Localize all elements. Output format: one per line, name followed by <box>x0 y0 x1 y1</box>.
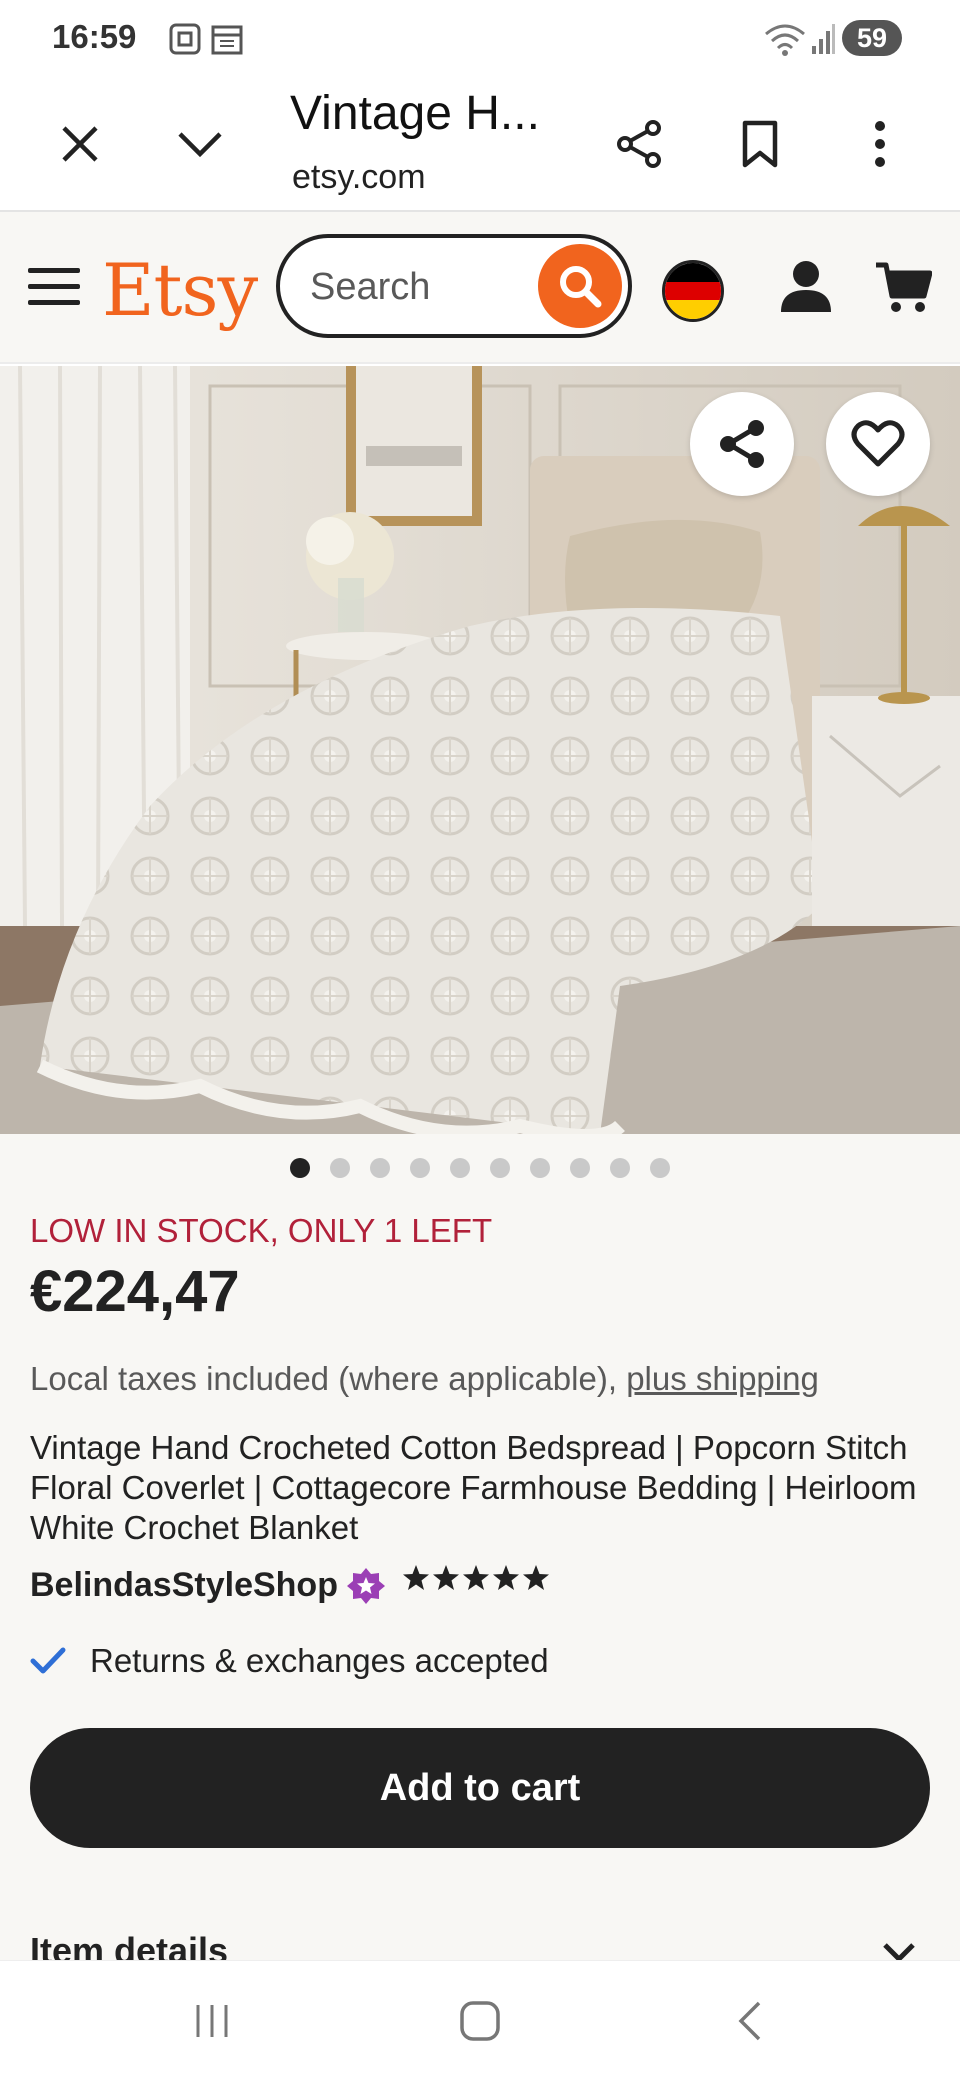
image-dot[interactable] <box>570 1158 590 1178</box>
chevron-down-icon <box>178 132 222 158</box>
add-to-cart-button[interactable]: Add to cart <box>30 1728 930 1848</box>
home-button[interactable] <box>420 1961 540 2080</box>
account-icon[interactable] <box>778 258 834 314</box>
bookmark-button[interactable] <box>720 104 800 184</box>
home-icon <box>460 2001 500 2041</box>
recent-apps-button[interactable] <box>152 1961 272 2080</box>
image-dot[interactable] <box>290 1158 310 1178</box>
etsy-logo[interactable]: Etsy <box>102 248 258 332</box>
returns-info: Returns & exchanges accepted <box>30 1642 549 1680</box>
image-dot[interactable] <box>370 1158 390 1178</box>
close-icon <box>62 126 98 162</box>
star-rating-icons <box>403 1565 549 1590</box>
status-bar: 16:59 59 <box>0 0 960 78</box>
taxes-note: Local taxes included (where applicable),… <box>30 1360 819 1398</box>
check-icon <box>30 1647 66 1674</box>
tab-url[interactable]: etsy.com <box>292 158 426 197</box>
tab-title: Vintage H... <box>290 87 540 140</box>
wifi-icon <box>765 24 805 56</box>
back-icon <box>738 2001 761 2041</box>
search-icon <box>560 266 602 308</box>
browser-toolbar: Vintage H... etsy.com <box>0 78 960 212</box>
germany-flag-icon[interactable] <box>662 260 724 322</box>
bedspread-photo <box>0 366 960 1134</box>
product-image[interactable] <box>0 366 960 1134</box>
image-dot[interactable] <box>530 1158 550 1178</box>
returns-text: Returns & exchanges accepted <box>90 1642 549 1679</box>
recents-icon <box>196 2005 228 2037</box>
image-dot[interactable] <box>490 1158 510 1178</box>
minimize-tab-button[interactable] <box>160 104 240 184</box>
back-button[interactable] <box>690 1961 810 2080</box>
star-seller-icon <box>347 1568 385 1604</box>
close-tab-button[interactable] <box>40 104 120 184</box>
more-options-button[interactable] <box>840 104 920 184</box>
image-dot[interactable] <box>410 1158 430 1178</box>
image-dot[interactable] <box>450 1158 470 1178</box>
search-button[interactable] <box>538 244 622 328</box>
image-dot[interactable] <box>610 1158 630 1178</box>
rating-stars[interactable] <box>402 1564 552 1602</box>
menu-icon[interactable] <box>28 266 80 308</box>
more-icon <box>875 121 885 167</box>
cart-icon[interactable] <box>874 260 932 316</box>
image-pagination[interactable] <box>0 1158 960 1182</box>
favorite-button[interactable] <box>826 392 930 496</box>
share-listing-button[interactable] <box>690 392 794 496</box>
site-header: Etsy <box>0 212 960 364</box>
system-nav-bar <box>0 1960 960 2080</box>
bookmark-icon <box>742 120 778 168</box>
image-dot[interactable] <box>650 1158 670 1178</box>
share-icon <box>720 420 764 468</box>
screenshot-icon <box>169 23 201 55</box>
share-icon <box>617 120 661 168</box>
image-dot[interactable] <box>330 1158 350 1178</box>
status-time: 16:59 <box>52 18 137 55</box>
product-details: LOW IN STOCK, ONLY 1 LEFT €224,47 Local … <box>0 1134 960 1971</box>
heart-icon <box>851 420 905 467</box>
taxes-text: Local taxes included (where applicable), <box>30 1360 627 1397</box>
battery-indicator: 59 <box>842 20 902 56</box>
price: €224,47 <box>30 1259 240 1324</box>
search-input[interactable] <box>310 262 510 312</box>
stock-notice: LOW IN STOCK, ONLY 1 LEFT <box>30 1212 493 1249</box>
shop-name[interactable]: BelindasStyleShop <box>30 1566 338 1605</box>
signal-icon <box>812 24 835 54</box>
search-bar <box>276 234 632 338</box>
product-title: Vintage Hand Crocheted Cotton Bedspread … <box>30 1429 917 1546</box>
share-page-button[interactable] <box>600 104 680 184</box>
shipping-link[interactable]: plus shipping <box>626 1360 819 1397</box>
calendar-icon <box>211 25 243 55</box>
